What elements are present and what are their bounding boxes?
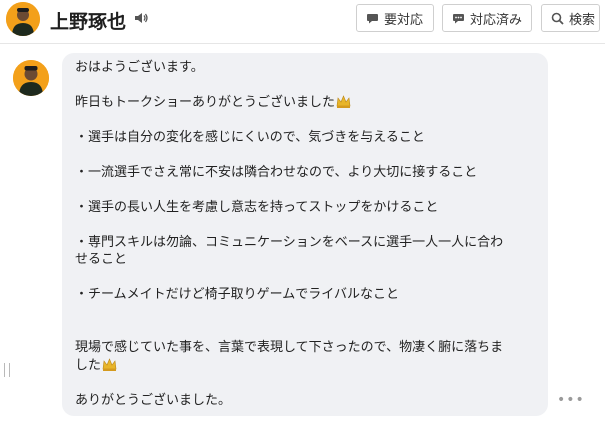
message-line: ・選手は自分の変化を感じにくいので、気づきを与えること xyxy=(75,130,425,145)
chat-bubble-icon xyxy=(453,13,464,23)
chat-header: 上野琢也 要対応 対応済み 検索 xyxy=(0,0,605,44)
search-label: 検索 xyxy=(569,12,596,28)
needs-response-button[interactable]: 要対応 xyxy=(356,4,434,32)
crown-emoji-icon xyxy=(102,358,117,371)
message-line: した xyxy=(75,357,117,375)
sender-avatar[interactable] xyxy=(13,60,49,96)
search-icon xyxy=(551,12,564,25)
resize-handle[interactable] xyxy=(4,363,10,377)
chat-bubble-icon xyxy=(367,13,378,23)
message-line: ・専門スキルは勿論、コミュニケーションをベースに選手一人一人に合わ xyxy=(75,235,504,250)
header-avatar[interactable] xyxy=(6,2,40,36)
contact-name: 上野琢也 xyxy=(50,11,127,33)
message-line: おはようございます。 xyxy=(75,60,204,75)
message-line: ありがとうございました。 xyxy=(75,393,232,408)
message-bubble[interactable]: おはようございます。 昨日もトークショーありがとうございました ・選手は自分の変… xyxy=(62,53,548,416)
search-button[interactable]: 検索 xyxy=(541,4,600,32)
message-line: ・チームメイトだけど椅子取りゲームでライバルなこと xyxy=(75,287,399,302)
responded-button[interactable]: 対応済み xyxy=(442,4,532,32)
message-line: ・一流選手でさえ常に不安は隣合わせなので、より大切に接すること xyxy=(75,165,478,180)
more-icon[interactable]: ••• xyxy=(557,393,585,407)
needs-response-label: 要対応 xyxy=(384,12,424,28)
speaker-icon[interactable] xyxy=(133,10,149,26)
message-line: せること xyxy=(75,252,128,267)
message-line: 現場で感じていた事を、言葉で表現して下さったので、物凄く腑に落ちま xyxy=(75,340,504,355)
message-line: ・選手の長い人生を考慮し意志を持ってストップをかけること xyxy=(75,200,439,215)
responded-label: 対応済み xyxy=(470,12,523,28)
message-line: 昨日もトークショーありがとうございました xyxy=(75,94,351,112)
crown-emoji-icon xyxy=(336,95,351,108)
